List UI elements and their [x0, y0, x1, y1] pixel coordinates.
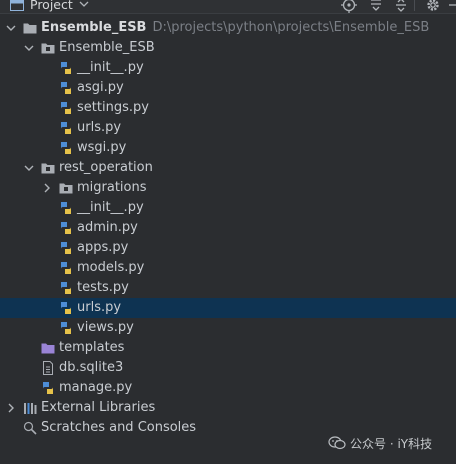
python-file-icon [61, 322, 71, 334]
tree-row-file[interactable]: manage.py [0, 378, 456, 398]
gear-icon[interactable] [425, 0, 441, 13]
chevron-down-icon[interactable] [6, 23, 16, 33]
tree-row-label: __init__.py [77, 60, 144, 75]
python-file-icon [43, 382, 53, 394]
python-file-icon [61, 82, 71, 94]
tree-row-label: rest_operation [59, 160, 153, 175]
project-window-icon [10, 0, 24, 11]
python-file-icon [61, 142, 71, 154]
locate-target-icon[interactable] [341, 0, 357, 13]
minimize-icon[interactable] [447, 0, 456, 13]
wechat-logo-icon [328, 436, 346, 450]
folder-icon [23, 23, 37, 34]
tree-row-package[interactable]: rest_operation [0, 158, 456, 178]
chevron-down-icon[interactable] [78, 0, 90, 11]
tree-row-label: urls.py [77, 300, 122, 315]
python-file-icon [61, 102, 71, 114]
tree-row-label: db.sqlite3 [59, 360, 124, 375]
python-file-icon [61, 302, 71, 314]
tree-row-folder[interactable]: templates [0, 338, 456, 358]
package-folder-icon [59, 183, 73, 194]
templates-folder-icon [41, 343, 55, 354]
tree-row-label: settings.py [77, 100, 149, 115]
tree-row-external-libraries[interactable]: External Libraries [0, 398, 456, 418]
tree-row-label: Ensemble_ESB D:\projects\python\projects\… [41, 20, 430, 35]
python-file-icon [61, 62, 71, 74]
watermark-text: 公众号 · iY科技 [350, 437, 433, 451]
tree-row-label: templates [59, 340, 125, 355]
tree-row-label: asgi.py [77, 80, 124, 95]
project-tool-window-header: Project [0, 0, 456, 14]
tree-row-file[interactable]: apps.py [0, 238, 456, 258]
tool-window-title[interactable]: Project [30, 0, 73, 12]
tree-row-file-selected[interactable]: urls.py [0, 298, 456, 318]
python-file-icon [61, 202, 71, 214]
tree-row-label: manage.py [59, 380, 133, 395]
tree-row-file[interactable]: asgi.py [0, 78, 456, 98]
python-file-icon [61, 222, 71, 234]
tree-row-file[interactable]: db.sqlite3 [0, 358, 456, 378]
chevron-right-icon[interactable] [6, 403, 16, 413]
tree-row-label: Ensemble_ESB [59, 40, 155, 55]
chevron-right-icon[interactable] [42, 183, 52, 193]
tree-row-label: tests.py [77, 280, 129, 295]
expand-all-icon[interactable] [368, 0, 384, 13]
tree-row-file[interactable]: __init__.py [0, 198, 456, 218]
chevron-down-icon[interactable] [24, 163, 34, 173]
tree-row-label: apps.py [77, 240, 129, 255]
tree-row-package[interactable]: Ensemble_ESB [0, 38, 456, 58]
tree-row-label: admin.py [77, 220, 138, 235]
tree-row-root[interactable]: Ensemble_ESB D:\projects\python\projects\… [0, 18, 456, 38]
tree-row-file[interactable]: models.py [0, 258, 456, 278]
package-folder-icon [41, 163, 55, 174]
tree-row-file[interactable]: admin.py [0, 218, 456, 238]
tree-row-package[interactable]: migrations [0, 178, 456, 198]
tree-row-label: Scratches and Consoles [41, 420, 197, 435]
tree-row-label: migrations [77, 180, 147, 195]
tree-row-file[interactable]: views.py [0, 318, 456, 338]
tree-row-file[interactable]: settings.py [0, 98, 456, 118]
tree-row-file[interactable]: urls.py [0, 118, 456, 138]
libraries-icon [24, 403, 37, 414]
tree-row-label: urls.py [77, 120, 122, 135]
tree-row-file[interactable]: __init__.py [0, 58, 456, 78]
chevron-down-icon[interactable] [24, 43, 34, 53]
collapse-all-icon[interactable] [393, 0, 409, 13]
project-path: D:\projects\python\projects\Ensemble_ESB [152, 20, 430, 35]
tree-row-label: views.py [77, 320, 134, 335]
python-file-icon [61, 262, 71, 274]
package-folder-icon [41, 43, 55, 54]
tree-row-label: wsgi.py [77, 140, 127, 155]
tree-row-file[interactable]: wsgi.py [0, 138, 456, 158]
python-file-icon [61, 122, 71, 134]
tree-row-label: __init__.py [77, 200, 144, 215]
header-divider [414, 0, 415, 11]
tree-row-file[interactable]: tests.py [0, 278, 456, 298]
python-file-icon [61, 282, 71, 294]
python-file-icon [61, 242, 71, 254]
tree-row-label: models.py [77, 260, 145, 275]
database-file-icon [43, 361, 53, 375]
tree-row-label: External Libraries [41, 400, 156, 415]
scratches-icon [23, 421, 37, 435]
